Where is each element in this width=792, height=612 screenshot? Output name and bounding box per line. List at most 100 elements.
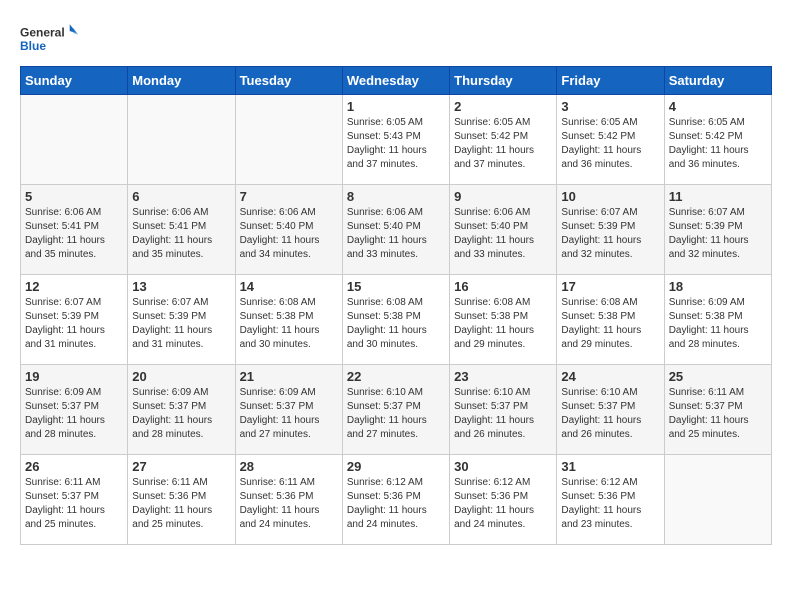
day-info: Sunrise: 6:08 AM Sunset: 5:38 PM Dayligh… [454,296,552,352]
calendar-cell [21,95,128,185]
calendar-cell: 5 Sunrise: 6:06 AM Sunset: 5:41 PM Daylig… [21,185,128,275]
day-info: Sunrise: 6:09 AM Sunset: 5:37 PM Dayligh… [25,386,123,442]
weekday-header-row: SundayMondayTuesdayWednesdayThursdayFrid… [21,67,772,95]
calendar-cell: 15 Sunrise: 6:08 AM Sunset: 5:38 PM Dayli… [342,275,449,365]
day-number: 30 [454,459,552,474]
day-number: 24 [561,369,659,384]
day-number: 21 [240,369,338,384]
calendar-cell: 22 Sunrise: 6:10 AM Sunset: 5:37 PM Dayli… [342,365,449,455]
day-number: 27 [132,459,230,474]
day-info: Sunrise: 6:11 AM Sunset: 5:37 PM Dayligh… [25,476,123,532]
weekday-header-saturday: Saturday [664,67,771,95]
day-number: 14 [240,279,338,294]
day-number: 7 [240,189,338,204]
weekday-header-thursday: Thursday [450,67,557,95]
day-info: Sunrise: 6:07 AM Sunset: 5:39 PM Dayligh… [25,296,123,352]
calendar-cell: 23 Sunrise: 6:10 AM Sunset: 5:37 PM Dayli… [450,365,557,455]
weekday-header-sunday: Sunday [21,67,128,95]
calendar-week-2: 12Sunrise: 6:07 AM Sunset: 5:39 PM Dayli… [21,275,772,365]
calendar-week-3: 19 Sunrise: 6:09 AM Sunset: 5:37 PM Dayli… [21,365,772,455]
day-info: Sunrise: 6:11 AM Sunset: 5:36 PM Dayligh… [132,476,230,532]
day-number: 11 [669,189,767,204]
day-number: 22 [347,369,445,384]
weekday-header-tuesday: Tuesday [235,67,342,95]
day-number: 26 [25,459,123,474]
day-info: Sunrise: 6:08 AM Sunset: 5:38 PM Dayligh… [240,296,338,352]
day-info: Sunrise: 6:08 AM Sunset: 5:38 PM Dayligh… [561,296,659,352]
calendar-cell: 14 Sunrise: 6:08 AM Sunset: 5:38 PM Dayli… [235,275,342,365]
calendar-week-1: 5 Sunrise: 6:06 AM Sunset: 5:41 PM Daylig… [21,185,772,275]
day-info: Sunrise: 6:06 AM Sunset: 5:41 PM Dayligh… [132,206,230,262]
calendar-cell [235,95,342,185]
day-number: 1 [347,99,445,114]
day-info: Sunrise: 6:08 AM Sunset: 5:38 PM Dayligh… [347,296,445,352]
calendar-week-0: 1 Sunrise: 6:05 AM Sunset: 5:43 PM Daylig… [21,95,772,185]
day-number: 17 [561,279,659,294]
calendar-cell: 1 Sunrise: 6:05 AM Sunset: 5:43 PM Daylig… [342,95,449,185]
day-number: 19 [25,369,123,384]
calendar-cell: 27 Sunrise: 6:11 AM Sunset: 5:36 PM Dayli… [128,455,235,545]
day-info: Sunrise: 6:11 AM Sunset: 5:37 PM Dayligh… [669,386,767,442]
calendar-cell: 26 Sunrise: 6:11 AM Sunset: 5:37 PM Dayli… [21,455,128,545]
logo: General Blue [20,20,80,56]
calendar-cell: 31Sunrise: 6:12 AM Sunset: 5:36 PM Dayli… [557,455,664,545]
calendar-cell: 4Sunrise: 6:05 AM Sunset: 5:42 PM Daylig… [664,95,771,185]
header: General Blue [20,20,772,56]
calendar-cell: 13 Sunrise: 6:07 AM Sunset: 5:39 PM Dayli… [128,275,235,365]
calendar-cell: 10Sunrise: 6:07 AM Sunset: 5:39 PM Dayli… [557,185,664,275]
calendar-cell: 6 Sunrise: 6:06 AM Sunset: 5:41 PM Daylig… [128,185,235,275]
day-number: 2 [454,99,552,114]
day-number: 6 [132,189,230,204]
day-info: Sunrise: 6:05 AM Sunset: 5:42 PM Dayligh… [561,116,659,172]
day-info: Sunrise: 6:12 AM Sunset: 5:36 PM Dayligh… [347,476,445,532]
calendar-cell: 29 Sunrise: 6:12 AM Sunset: 5:36 PM Dayli… [342,455,449,545]
calendar-cell: 19 Sunrise: 6:09 AM Sunset: 5:37 PM Dayli… [21,365,128,455]
calendar: SundayMondayTuesdayWednesdayThursdayFrid… [20,66,772,545]
day-info: Sunrise: 6:05 AM Sunset: 5:42 PM Dayligh… [454,116,552,172]
calendar-cell: 24 Sunrise: 6:10 AM Sunset: 5:37 PM Dayli… [557,365,664,455]
day-number: 5 [25,189,123,204]
day-number: 20 [132,369,230,384]
calendar-cell: 21 Sunrise: 6:09 AM Sunset: 5:37 PM Dayli… [235,365,342,455]
calendar-week-4: 26 Sunrise: 6:11 AM Sunset: 5:37 PM Dayli… [21,455,772,545]
calendar-cell: 12Sunrise: 6:07 AM Sunset: 5:39 PM Dayli… [21,275,128,365]
calendar-cell: 3Sunrise: 6:05 AM Sunset: 5:42 PM Daylig… [557,95,664,185]
calendar-cell: 28Sunrise: 6:11 AM Sunset: 5:36 PM Dayli… [235,455,342,545]
day-info: Sunrise: 6:06 AM Sunset: 5:41 PM Dayligh… [25,206,123,262]
day-number: 23 [454,369,552,384]
day-info: Sunrise: 6:12 AM Sunset: 5:36 PM Dayligh… [561,476,659,532]
calendar-cell: 25 Sunrise: 6:11 AM Sunset: 5:37 PM Dayli… [664,365,771,455]
calendar-cell [664,455,771,545]
day-number: 16 [454,279,552,294]
day-info: Sunrise: 6:11 AM Sunset: 5:36 PM Dayligh… [240,476,338,532]
weekday-header-friday: Friday [557,67,664,95]
day-number: 4 [669,99,767,114]
day-info: Sunrise: 6:10 AM Sunset: 5:37 PM Dayligh… [454,386,552,442]
calendar-cell: 7Sunrise: 6:06 AM Sunset: 5:40 PM Daylig… [235,185,342,275]
day-info: Sunrise: 6:09 AM Sunset: 5:38 PM Dayligh… [669,296,767,352]
day-info: Sunrise: 6:05 AM Sunset: 5:43 PM Dayligh… [347,116,445,172]
calendar-cell: 20Sunrise: 6:09 AM Sunset: 5:37 PM Dayli… [128,365,235,455]
calendar-cell: 18 Sunrise: 6:09 AM Sunset: 5:38 PM Dayli… [664,275,771,365]
day-number: 18 [669,279,767,294]
logo-svg: General Blue [20,20,80,56]
calendar-cell: 2 Sunrise: 6:05 AM Sunset: 5:42 PM Daylig… [450,95,557,185]
day-number: 13 [132,279,230,294]
calendar-cell: 11 Sunrise: 6:07 AM Sunset: 5:39 PM Dayli… [664,185,771,275]
day-info: Sunrise: 6:07 AM Sunset: 5:39 PM Dayligh… [132,296,230,352]
day-info: Sunrise: 6:06 AM Sunset: 5:40 PM Dayligh… [347,206,445,262]
day-number: 25 [669,369,767,384]
day-info: Sunrise: 6:09 AM Sunset: 5:37 PM Dayligh… [240,386,338,442]
day-info: Sunrise: 6:10 AM Sunset: 5:37 PM Dayligh… [347,386,445,442]
day-info: Sunrise: 6:06 AM Sunset: 5:40 PM Dayligh… [454,206,552,262]
day-number: 9 [454,189,552,204]
day-info: Sunrise: 6:07 AM Sunset: 5:39 PM Dayligh… [669,206,767,262]
day-info: Sunrise: 6:12 AM Sunset: 5:36 PM Dayligh… [454,476,552,532]
day-number: 29 [347,459,445,474]
calendar-cell: 9 Sunrise: 6:06 AM Sunset: 5:40 PM Daylig… [450,185,557,275]
day-info: Sunrise: 6:10 AM Sunset: 5:37 PM Dayligh… [561,386,659,442]
day-number: 10 [561,189,659,204]
weekday-header-monday: Monday [128,67,235,95]
day-number: 15 [347,279,445,294]
calendar-cell: 16 Sunrise: 6:08 AM Sunset: 5:38 PM Dayli… [450,275,557,365]
